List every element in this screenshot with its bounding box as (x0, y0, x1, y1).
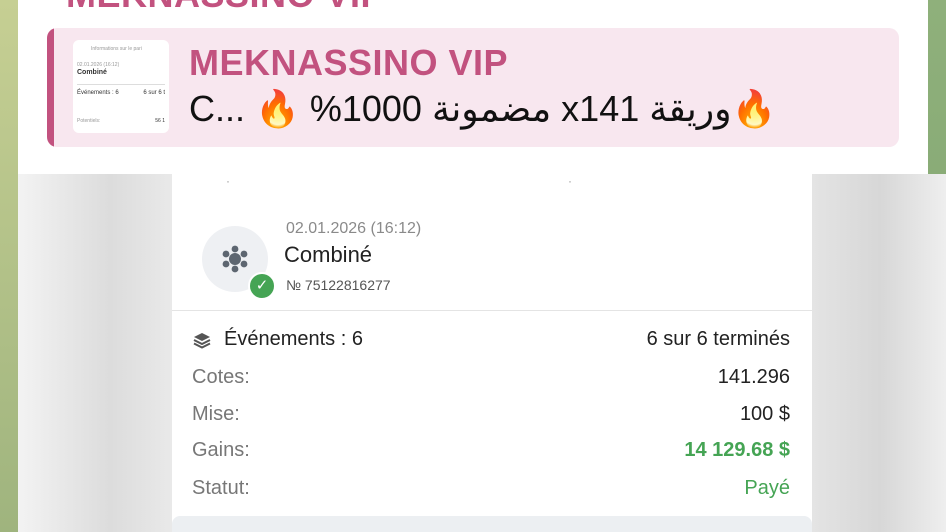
reply-accent-bar (47, 28, 54, 147)
thumb-events: Événements : 6 (77, 90, 119, 96)
thumb-title: Informations sur le pari (91, 46, 142, 52)
gains-label: Gains: (192, 439, 250, 461)
thumb-gains-label: Potentiels: (77, 118, 101, 124)
reply-thumbnail: Informations sur le pari 02.01.2026 (16:… (73, 40, 169, 133)
reply-preview[interactable]: Informations sur le pari 02.01.2026 (16:… (47, 28, 899, 147)
odds-row: Cotes: 141.296 (172, 366, 812, 396)
card-divider (172, 310, 812, 311)
thumb-divider (77, 84, 165, 85)
chat-wallpaper-left (0, 0, 18, 532)
photo-blur-right (812, 174, 946, 532)
dot-mark: · (226, 174, 230, 188)
message-bubble[interactable]: MEKNASSINO VIP Informations sur le pari … (18, 0, 946, 532)
events-row: Événements : 6 6 sur 6 terminés (172, 328, 812, 358)
stake-label: Mise: (192, 403, 240, 425)
reply-text: C... 🔥 %1000 مضمونة x141 وريقة🔥 (189, 88, 777, 129)
status-row: Statut: Payé (172, 477, 812, 507)
events-status: 6 sur 6 terminés (646, 328, 790, 350)
check-icon: ✓ (248, 272, 276, 300)
odds-label: Cotes: (192, 366, 250, 388)
thumb-date: 02.01.2026 (16:12) (77, 62, 120, 68)
thumb-gains-value: 56 1 (155, 118, 165, 124)
stake-value: 100 $ (739, 403, 790, 425)
layers-icon (193, 333, 211, 349)
stake-row: Mise: 100 $ (172, 403, 812, 433)
bet-screenshot-photo[interactable]: · · ✓ 02.01.2026 (16:12) Combiné № 75122… (18, 174, 946, 532)
thumb-events-done: 6 sur 6 t (143, 90, 165, 96)
football-icon (222, 245, 248, 273)
status-label: Statut: (192, 477, 250, 499)
gains-value: 14 129.68 $ (684, 439, 790, 461)
next-section-edge (172, 516, 812, 532)
bet-ticket-number: № 75122816277 (286, 277, 391, 293)
bet-type: Combiné (284, 242, 373, 267)
thumb-type: Combiné (77, 69, 107, 76)
bet-date: 02.01.2026 (16:12) (286, 220, 422, 237)
status-value: Payé (744, 477, 790, 499)
photo-blur-left (18, 174, 172, 532)
bet-card: · · ✓ 02.01.2026 (16:12) Combiné № 75122… (172, 174, 812, 532)
dot-mark: · (568, 174, 572, 188)
gains-row: Gains: 14 129.68 $ (172, 439, 812, 469)
reply-sender-name: MEKNASSINO VIP (189, 42, 509, 83)
sender-name[interactable]: MEKNASSINO VIP (66, 0, 385, 16)
odds-value: 141.296 (717, 366, 790, 388)
events-label: Événements : 6 (224, 328, 363, 350)
